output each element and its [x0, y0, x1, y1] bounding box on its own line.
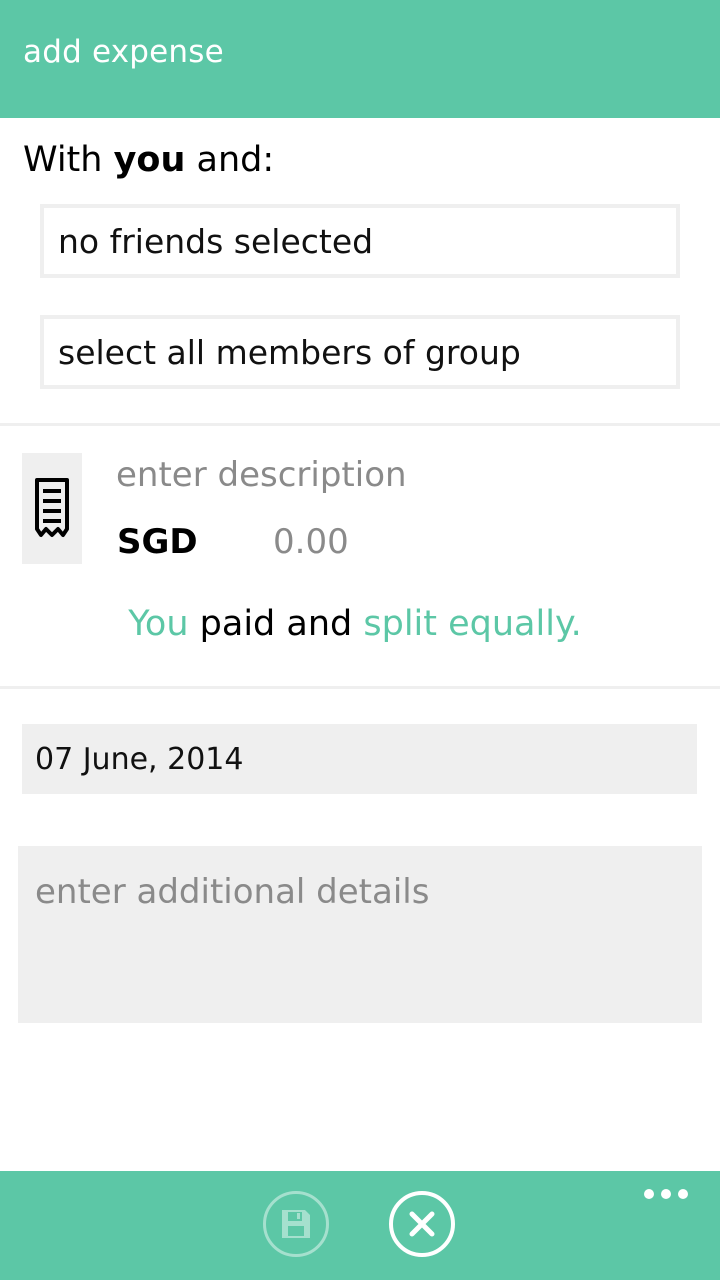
- split-middle-text: paid and: [199, 604, 353, 644]
- receipt-glyph: [35, 477, 69, 537]
- select-friends-button[interactable]: no friends selected: [40, 204, 680, 278]
- divider: [0, 423, 720, 426]
- split-summary: You paid and split equally.: [0, 604, 710, 644]
- payer-link[interactable]: You: [128, 604, 188, 644]
- split-mode-link[interactable]: split equally.: [363, 604, 581, 644]
- amount-input[interactable]: 0.00: [273, 522, 349, 562]
- with-suffix: and:: [196, 140, 275, 180]
- close-icon: [409, 1211, 435, 1237]
- more-dot: [661, 1189, 671, 1199]
- with-label: With you and:: [23, 140, 274, 180]
- cancel-button[interactable]: [389, 1191, 455, 1257]
- with-you: you: [113, 140, 186, 180]
- description-input[interactable]: enter description: [116, 455, 407, 495]
- save-button[interactable]: [263, 1191, 329, 1257]
- select-friends-label: no friends selected: [58, 222, 374, 261]
- date-value: 07 June, 2014: [35, 742, 244, 777]
- more-dot: [678, 1189, 688, 1199]
- with-prefix: With: [23, 140, 103, 180]
- receipt-icon[interactable]: [22, 453, 82, 564]
- details-textarea[interactable]: enter additional details: [18, 846, 702, 1023]
- app-bar: [0, 1171, 720, 1280]
- header-bar: add expense: [0, 0, 720, 118]
- save-icon: [282, 1210, 310, 1238]
- more-icon[interactable]: [644, 1187, 688, 1201]
- more-dot: [644, 1189, 654, 1199]
- date-picker[interactable]: 07 June, 2014: [22, 724, 697, 794]
- select-group-button[interactable]: select all members of group: [40, 315, 680, 389]
- page-title: add expense: [23, 34, 224, 70]
- select-group-label: select all members of group: [58, 333, 521, 372]
- add-expense-page: add expense With you and: no friends sel…: [0, 0, 720, 1280]
- details-placeholder: enter additional details: [35, 872, 430, 912]
- currency-selector[interactable]: SGD: [117, 522, 198, 562]
- divider: [0, 686, 720, 689]
